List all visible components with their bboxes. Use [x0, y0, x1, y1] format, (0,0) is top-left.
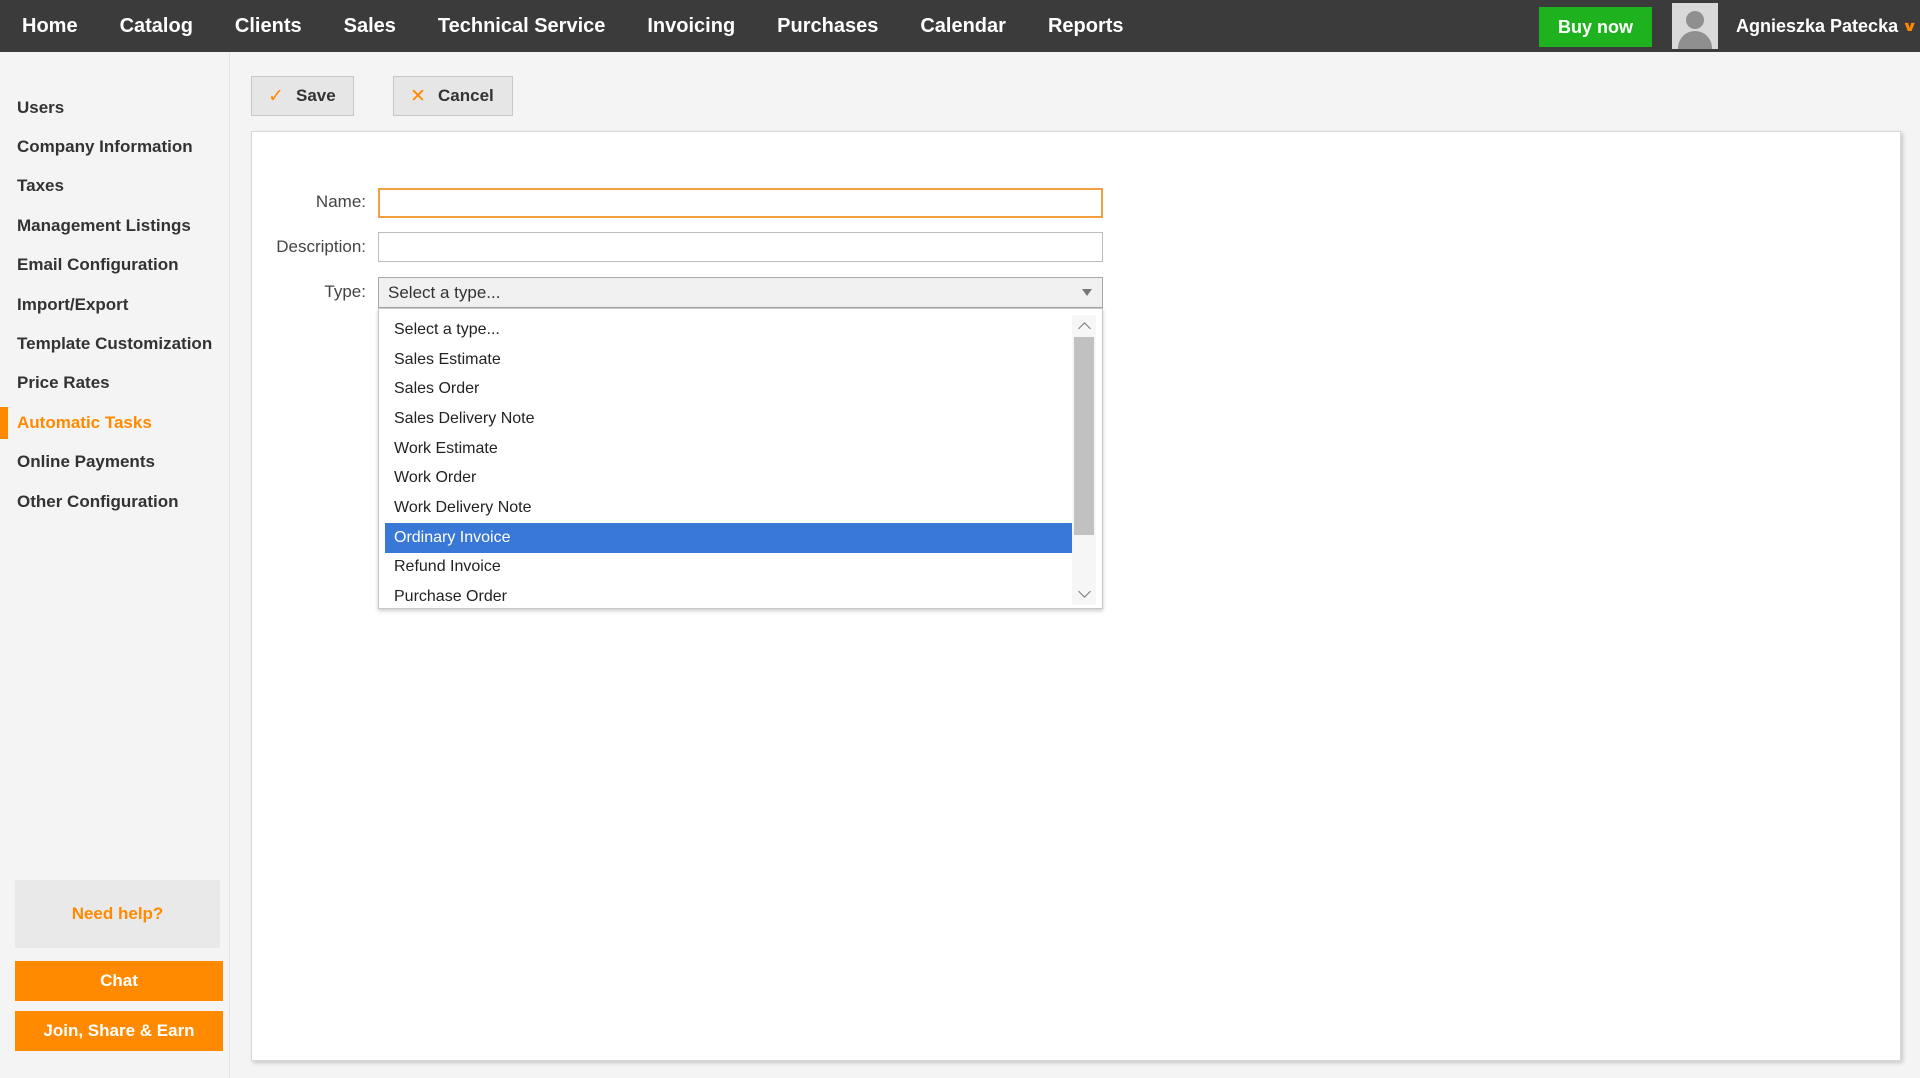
buy-now-button[interactable]: Buy now [1539, 7, 1652, 47]
sidebar-item-company-information[interactable]: Company Information [0, 127, 230, 166]
sidebar-item-automatic-tasks[interactable]: Automatic Tasks [0, 403, 230, 442]
type-label: Type: [324, 282, 366, 301]
nav-catalog[interactable]: Catalog [99, 0, 214, 52]
sidebar-item-users[interactable]: Users [0, 88, 230, 127]
main-nav: Home Catalog Clients Sales Technical Ser… [0, 0, 1145, 52]
save-button[interactable]: ✓ Save [251, 76, 354, 116]
type-option-work-order[interactable]: Work Order [385, 463, 1072, 493]
description-input[interactable] [378, 232, 1103, 262]
chevron-up-icon [1077, 322, 1091, 335]
dropdown-arrow-icon [1082, 289, 1092, 296]
scroll-up-button[interactable] [1072, 315, 1096, 337]
nav-reports[interactable]: Reports [1027, 0, 1145, 52]
type-option-sales-order[interactable]: Sales Order [385, 374, 1072, 404]
avatar-head-shape [1686, 11, 1704, 29]
type-option-select-a-type[interactable]: Select a type... [385, 315, 1072, 345]
scroll-thumb[interactable] [1074, 337, 1094, 535]
type-option-purchase-order[interactable]: Purchase Order [385, 582, 1072, 612]
dropdown-scrollbar[interactable] [1072, 315, 1096, 605]
sidebar-item-email-configuration[interactable]: Email Configuration [0, 246, 230, 285]
user-menu[interactable]: Agnieszka Patecka ∨ [1736, 0, 1918, 52]
sidebar-item-template-customization[interactable]: Template Customization [0, 324, 230, 363]
name-input[interactable] [378, 188, 1103, 218]
type-dropdown-list: Select a type... Sales Estimate Sales Or… [378, 308, 1103, 609]
sidebar-item-online-payments[interactable]: Online Payments [0, 443, 230, 482]
cancel-button[interactable]: ✕ Cancel [393, 76, 513, 116]
type-option-work-delivery-note[interactable]: Work Delivery Note [385, 493, 1072, 523]
nav-clients[interactable]: Clients [214, 0, 323, 52]
user-name-label: Agnieszka Patecka [1736, 15, 1899, 36]
type-option-refund-invoice[interactable]: Refund Invoice [385, 553, 1072, 583]
avatar[interactable] [1672, 3, 1718, 49]
chat-button[interactable]: Chat [15, 961, 223, 1001]
sidebar-item-import-export[interactable]: Import/Export [0, 285, 230, 324]
type-select-value: Select a type... [388, 282, 501, 302]
nav-technical-service[interactable]: Technical Service [417, 0, 627, 52]
description-label: Description: [276, 237, 366, 256]
nav-sales[interactable]: Sales [323, 0, 417, 52]
sidebar-item-taxes[interactable]: Taxes [0, 167, 230, 206]
join-share-earn-button[interactable]: Join, Share & Earn [15, 1011, 223, 1051]
top-navigation-bar: Home Catalog Clients Sales Technical Ser… [0, 0, 1920, 52]
sidebar-item-price-rates[interactable]: Price Rates [0, 364, 230, 403]
type-options: Select a type... Sales Estimate Sales Or… [385, 315, 1072, 612]
cancel-label: Cancel [438, 86, 494, 105]
sidebar-item-other-configuration[interactable]: Other Configuration [0, 482, 230, 521]
nav-purchases[interactable]: Purchases [756, 0, 899, 52]
chevron-down-icon [1077, 585, 1091, 598]
type-option-sales-estimate[interactable]: Sales Estimate [385, 345, 1072, 375]
need-help-link[interactable]: Need help? [15, 880, 220, 948]
close-icon: ✕ [410, 85, 426, 107]
type-option-ordinary-invoice[interactable]: Ordinary Invoice [385, 522, 1072, 553]
nav-home[interactable]: Home [0, 0, 99, 52]
chevron-down-icon: ∨ [1901, 17, 1918, 34]
name-label: Name: [315, 192, 366, 211]
type-select[interactable]: Select a type... [378, 277, 1103, 308]
sidebar-item-management-listings[interactable]: Management Listings [0, 206, 230, 245]
sidebar-menu: Users Company Information Taxes Manageme… [0, 88, 230, 521]
avatar-shoulders-shape [1678, 31, 1712, 49]
save-label: Save [296, 86, 336, 105]
nav-calendar[interactable]: Calendar [899, 0, 1027, 52]
scroll-down-button[interactable] [1072, 583, 1096, 605]
nav-invoicing[interactable]: Invoicing [626, 0, 756, 52]
check-icon: ✓ [268, 85, 284, 107]
sidebar: Users Company Information Taxes Manageme… [0, 52, 230, 1078]
type-option-sales-delivery-note[interactable]: Sales Delivery Note [385, 404, 1072, 434]
type-option-work-estimate[interactable]: Work Estimate [385, 434, 1072, 464]
